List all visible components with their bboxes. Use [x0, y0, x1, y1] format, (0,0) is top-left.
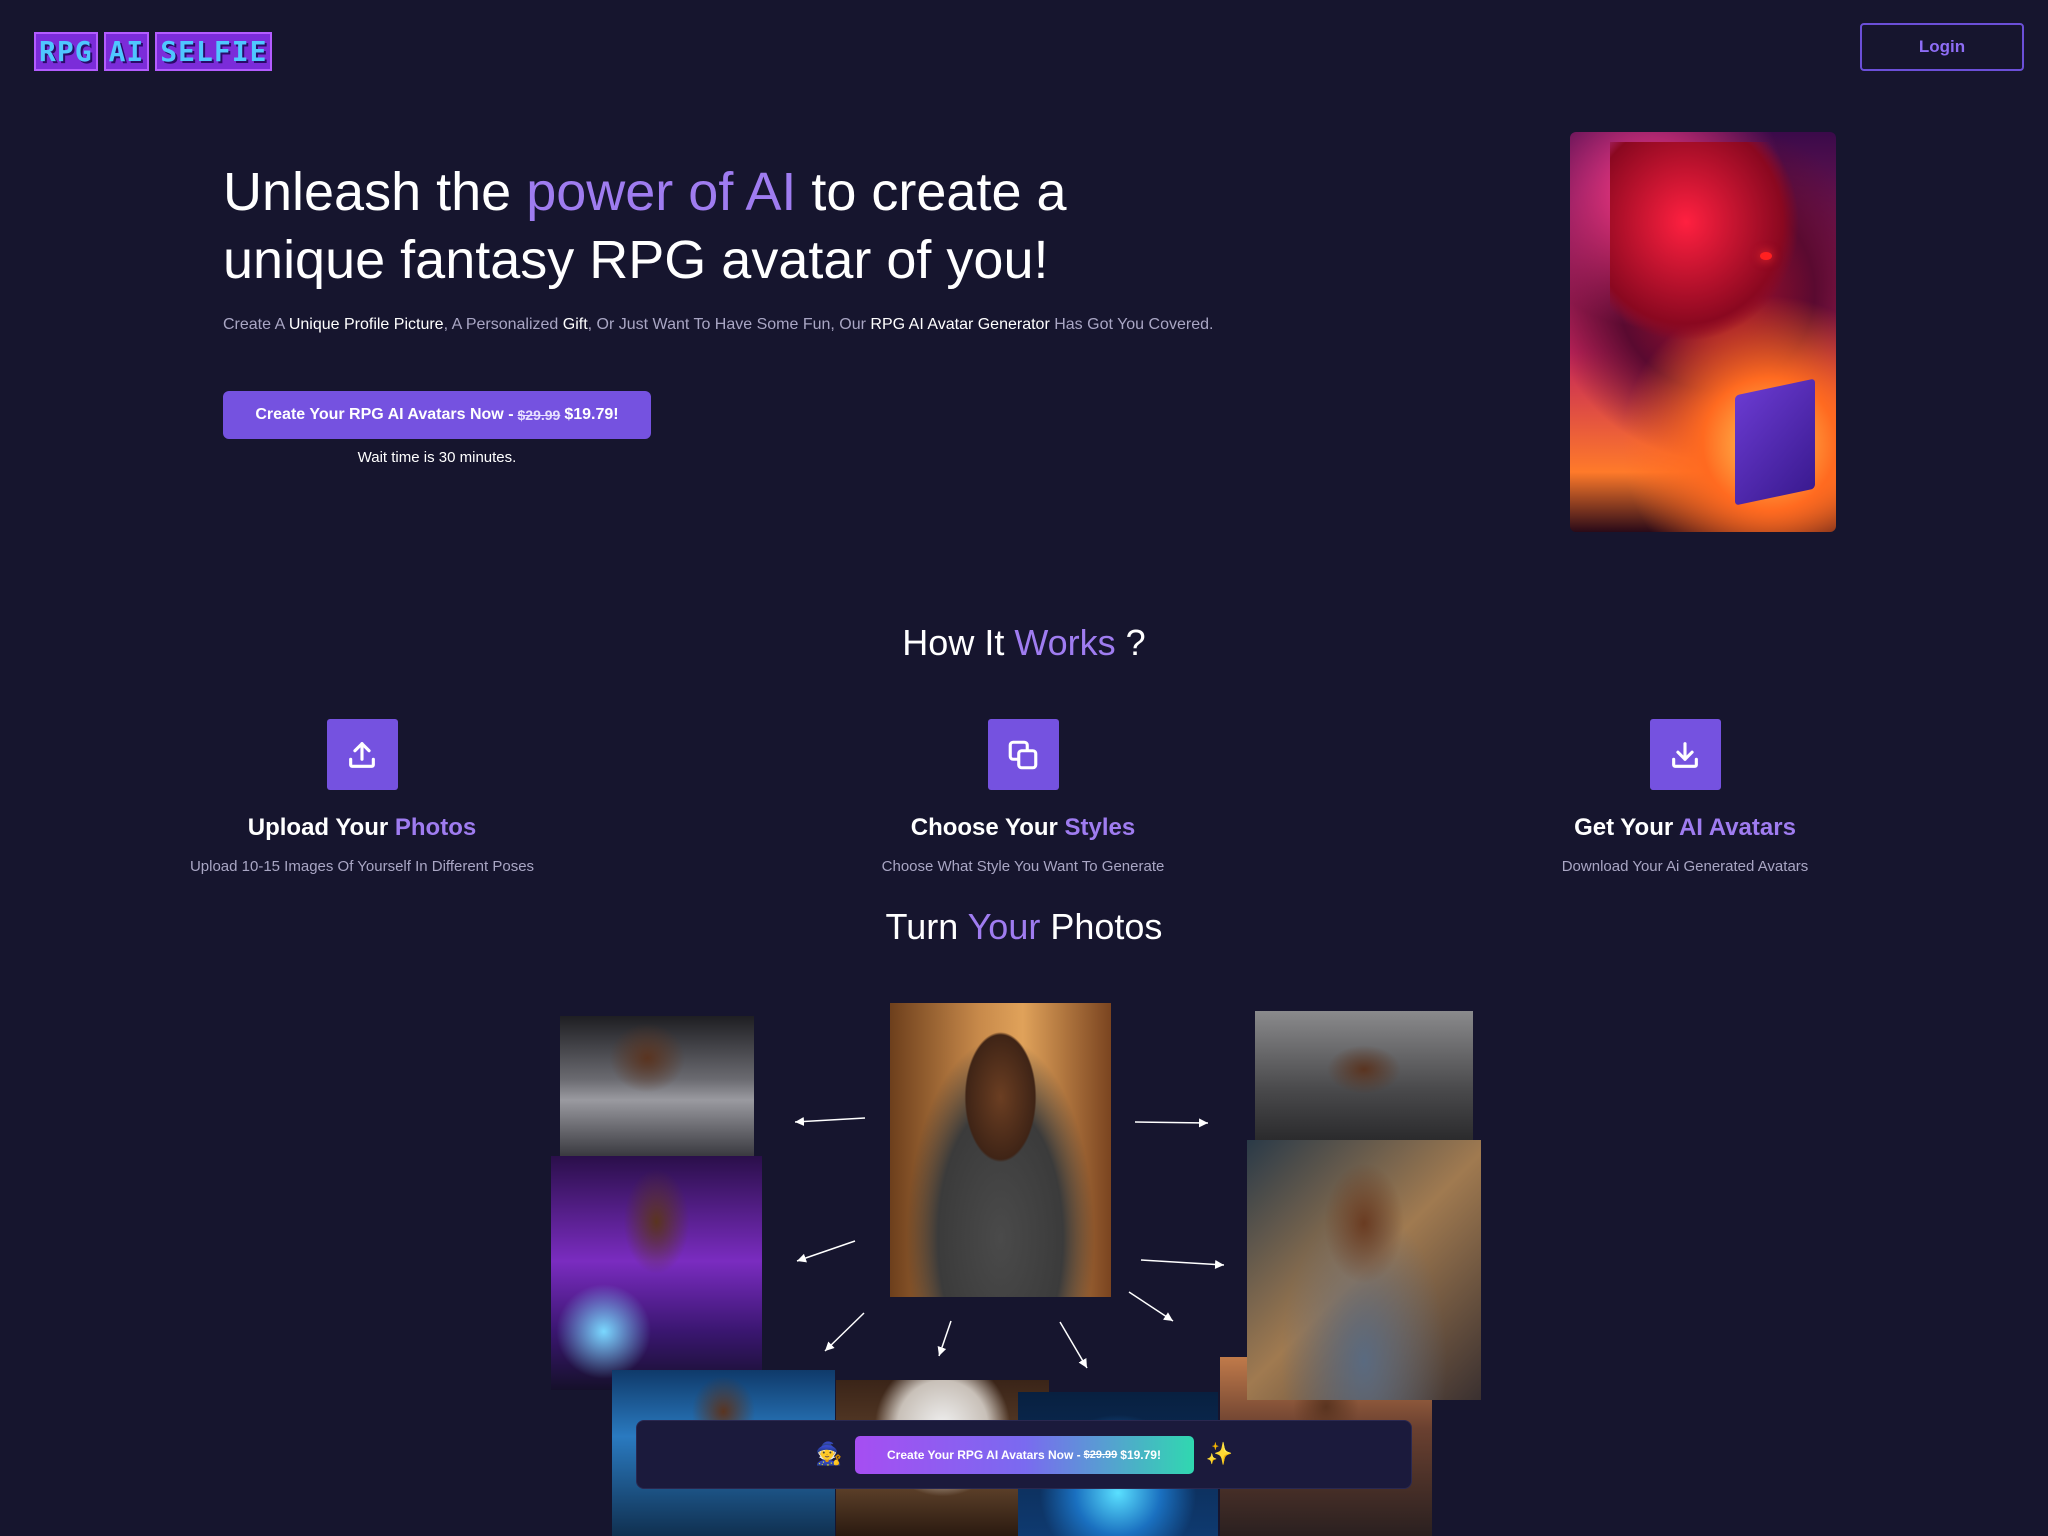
logo-word: SELFIE [155, 32, 273, 71]
subtitle-bold: Unique Profile Picture [288, 316, 444, 333]
upload-icon [326, 719, 398, 790]
step-description: Download Your Ai Generated Avatars [1561, 858, 1809, 875]
section-title-text: How It [902, 622, 1015, 663]
cta-label: Create Your RPG AI Avatars Now - [887, 1447, 1081, 1462]
create-avatars-button[interactable]: Create Your RPG AI Avatars Now - $29.99 … [223, 391, 651, 439]
avatar-mage-image [551, 1156, 762, 1390]
step-styles: Choose Your Styles Choose What Style You… [773, 719, 1273, 875]
subtitle-bold: RPG AI Avatar Generator [870, 316, 1050, 333]
hero-subtitle: Create A Unique Profile Picture, A Perso… [223, 316, 1323, 334]
download-icon [1649, 719, 1721, 790]
step-title: Choose Your Styles [911, 814, 1136, 842]
logo-word: RPG [34, 32, 98, 71]
wait-time-text: Wait time is 30 minutes. [357, 449, 517, 466]
section-title-highlight: Works [1014, 622, 1116, 663]
subtitle-text: Has Got You Covered. [1049, 316, 1214, 333]
how-it-works-title: How It Works ? [0, 622, 2048, 664]
sparkles-icon: ✨ [1205, 1442, 1233, 1467]
login-button[interactable]: Login [1860, 23, 2024, 71]
new-price: $19.79! [564, 406, 619, 423]
subtitle-text: Create A [223, 316, 289, 333]
original-photo [890, 1003, 1111, 1297]
subtitle-text: , A Personalized [443, 316, 563, 333]
avatar-ranger-image [1255, 1011, 1473, 1141]
step-title-highlight: Photos [394, 814, 477, 841]
hero-title-highlight: power of AI [526, 162, 797, 222]
hero-title-text: Unleash the [223, 162, 527, 222]
old-price: $29.99 [1083, 1448, 1118, 1461]
step-title-text: Choose Your [910, 814, 1065, 841]
hero-title: Unleash the power of AI to create a uniq… [223, 158, 1243, 294]
step-description: Upload 10-15 Images Of Yourself In Diffe… [189, 858, 535, 875]
step-title-highlight: Styles [1064, 814, 1136, 841]
logo[interactable]: RPG AI SELFIE [34, 32, 273, 71]
step-description: Choose What Style You Want To Generate [881, 858, 1165, 875]
wizard-icon: 🧙 [815, 1442, 843, 1467]
step-title: Get Your AI Avatars [1574, 814, 1796, 842]
step-upload: Upload Your Photos Upload 10-15 Images O… [112, 719, 612, 875]
sticky-cta-bar: 🧙 Create Your RPG AI Avatars Now - $29.9… [636, 1420, 1412, 1489]
section-title-text: Photos [1040, 906, 1163, 947]
old-price: $29.99 [517, 407, 561, 423]
section-title-text: Turn [885, 906, 968, 947]
hero-dragon-image [1570, 132, 1836, 532]
step-title: Upload Your Photos [248, 814, 476, 842]
sticky-create-avatars-button[interactable]: Create Your RPG AI Avatars Now - $29.99 … [854, 1435, 1194, 1474]
logo-word: AI [103, 32, 150, 71]
avatar-knight-image [560, 1016, 754, 1156]
turn-your-photos-title: Turn Your Photos [0, 906, 2048, 948]
avatar-paladin-image [1247, 1140, 1481, 1400]
subtitle-bold: Gift [562, 316, 588, 333]
section-title-highlight: Your [967, 906, 1041, 947]
step-download: Get Your AI Avatars Download Your Ai Gen… [1435, 719, 1935, 875]
section-title-text: ? [1115, 622, 1146, 663]
step-title-text: Get Your [1574, 814, 1679, 841]
subtitle-text: , Or Just Want To Have Some Fun, Our [587, 316, 871, 333]
step-title-text: Upload Your [247, 814, 395, 841]
cta-label: Create Your RPG AI Avatars Now - [255, 406, 514, 423]
new-price: $19.79! [1120, 1447, 1161, 1462]
copy-icon [987, 719, 1059, 790]
step-title-highlight: AI Avatars [1678, 814, 1796, 841]
